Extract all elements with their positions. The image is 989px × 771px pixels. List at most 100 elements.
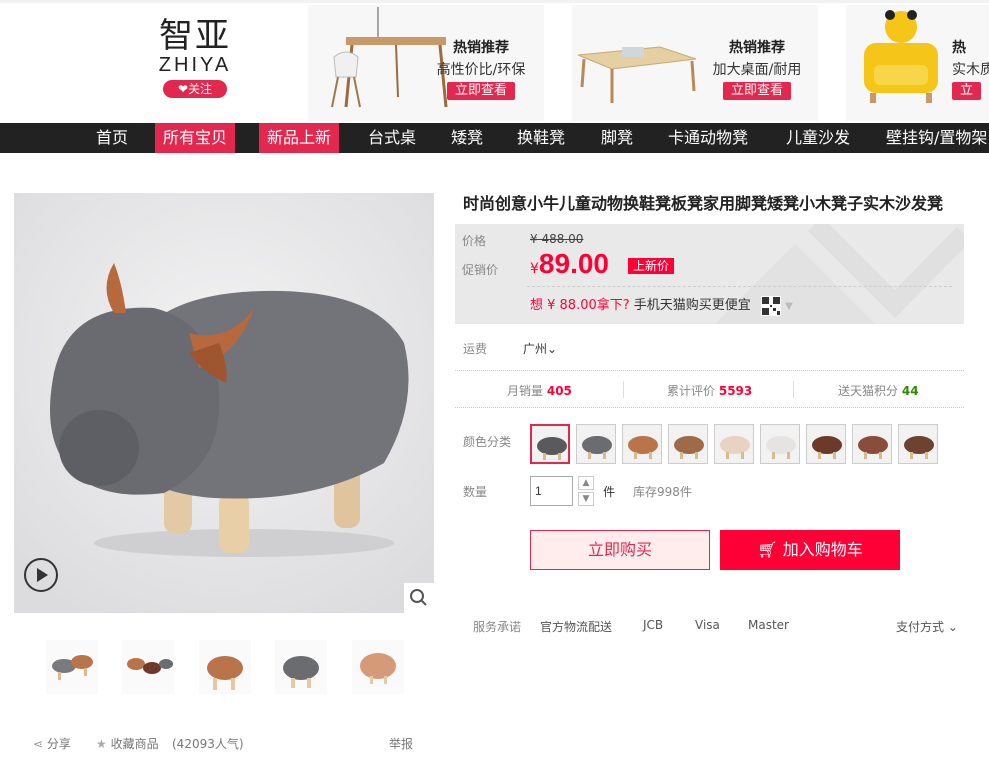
promo-banner-sofa[interactable]: 热 实木质 立 [846,5,989,121]
color-swatch-5[interactable] [714,424,754,464]
share-label: 分享 [46,737,71,751]
mobile-price-promo[interactable]: 想 ¥ 88.00拿下? 手机天猫购买更便宜 ▼ [530,294,793,316]
thumbnail-1[interactable] [46,640,98,694]
sales-stats: 月销量 405 累计评价 5593 送天猫积分 44 [455,370,964,408]
price-divider [527,286,952,287]
quantity-unit: 件 [603,485,616,499]
color-swatch-7[interactable] [806,424,846,464]
tmall-points: 送天猫积分 44 [838,382,919,399]
color-swatch-8[interactable] [852,424,892,464]
zoom-button[interactable] [404,583,434,613]
mobile-price-text: 手机天猫购买更便宜 [633,298,751,313]
shipping-location: 广州 [523,342,548,356]
nav-kids-sofa[interactable]: 儿童沙发 [778,123,858,153]
stat-divider [793,381,794,398]
new-price-tag: 上新价 [628,258,675,274]
bull-stool-illustration [14,193,434,613]
nav-low-stools[interactable]: 矮凳 [443,123,491,153]
play-video-button[interactable] [24,558,58,592]
payment-methods-toggle[interactable]: 支付方式 ⌄ [896,618,958,635]
promo-title: 热销推荐 [453,40,509,56]
play-icon [37,568,48,582]
promo-banner-table[interactable]: 热销推荐 加大桌面/耐用 立即查看 [572,5,818,121]
follow-button[interactable]: ❤关注 [163,80,227,98]
original-price: ¥ 488.00 [530,232,584,246]
monthly-sales: 月销量 405 [507,382,572,399]
cart-icon: 🛒︎ [757,540,778,559]
color-swatch-9[interactable] [898,424,938,464]
total-reviews-value: 5593 [718,384,753,398]
promo-view-button[interactable]: 立 [952,82,982,100]
brand-name-en: ZHIYA [158,54,232,76]
price-label: 价格 [462,234,487,248]
main-product-image[interactable] [14,193,434,613]
color-swatch-1[interactable] [530,424,570,464]
swatch-thumbnail [715,425,753,463]
thumbnail-5[interactable] [352,640,404,694]
total-reviews[interactable]: 累计评价 5593 [667,382,752,399]
buy-now-button[interactable]: 立即购买 [530,530,710,570]
follow-label: 关注 [188,82,213,96]
promo-price-value: 89.00 [538,248,609,279]
color-swatch-4[interactable] [668,424,708,464]
thumbnail-4[interactable] [275,640,327,694]
add-to-cart-button[interactable]: 🛒︎ 加入购物车 [720,530,900,570]
thumbnail-2[interactable] [122,640,174,694]
promo-view-button[interactable]: 立即查看 [722,82,791,100]
price-box: 价格 ¥ 488.00 促销价 ¥89.00 上新价 想 ¥ 88.00拿下? … [455,224,964,324]
nav-wall-hooks[interactable]: 壁挂钩/置物架 [878,123,989,153]
promo-subtitle: 实木质 [952,62,989,78]
heart-icon: ❤ [177,82,189,96]
brand-name-cn: 智亚 [159,16,231,56]
color-swatch-6[interactable] [760,424,800,464]
thumbnail-3[interactable] [199,640,251,694]
nav-all-items[interactable]: 所有宝贝 [155,123,236,153]
swatch-thumbnail [807,425,845,463]
swatch-thumbnail [899,425,937,463]
color-swatch-3[interactable] [622,424,662,464]
chevron-down-icon: ⌄ [547,342,558,356]
shipping-label: 运费 [463,342,488,356]
kids-sofa-image [864,10,938,103]
star-icon: ★ [96,737,107,751]
swatch-thumbnail [669,425,707,463]
brand-logo[interactable]: 智亚 ZHIYA ❤关注 [150,18,240,98]
add-to-cart-label: 加入购物车 [782,540,863,559]
service-official-delivery: 官方物流配送 [540,620,613,634]
chevron-up-icon: ▲ [582,478,590,488]
swatch-thumbnail [761,425,799,463]
quantity-input[interactable] [530,476,573,506]
monthly-sales-value: 405 [546,384,572,398]
promo-subtitle: 高性价比/环保 [436,62,526,78]
payment-visa: Visa [695,618,720,632]
quantity-decrease-button[interactable]: ▼ [578,492,594,506]
promo-subtitle: 加大桌面/耐用 [712,62,802,78]
promo-view-button[interactable]: 立即查看 [446,82,515,100]
service-label: 服务承诺 [473,620,522,634]
quantity-increase-button[interactable]: ▲ [578,476,594,490]
nav-new-arrivals[interactable]: 新品上新 [259,123,340,153]
color-swatch-2[interactable] [576,424,616,464]
currency-symbol: ¥ [530,261,539,277]
shop-nav-bar: 首页 所有宝贝 新品上新 台式桌 矮凳 换鞋凳 脚凳 卡通动物凳 儿童沙发 壁挂… [0,123,989,153]
promo-price-label: 促销价 [462,263,499,277]
nav-home[interactable]: 首页 [88,123,136,153]
stat-divider [623,381,624,398]
coffee-table-image [577,46,697,103]
report-link[interactable]: 举报 [389,735,413,752]
promo-banner-desk[interactable]: 热销推荐 高性价比/环保 立即查看 [308,5,544,121]
share-link[interactable]: ⋖ 分享 [33,735,71,752]
nav-shoe-stools[interactable]: 换鞋凳 [509,123,573,153]
tmall-points-value: 44 [901,384,919,398]
collect-link[interactable]: ★ 收藏商品 [96,735,159,752]
share-icon: ⋖ [33,737,44,751]
magnifier-icon [410,589,427,606]
quantity-label: 数量 [463,485,488,499]
total-reviews-label: 累计评价 [667,384,716,398]
nav-desks[interactable]: 台式桌 [360,123,424,153]
nav-animal-stools[interactable]: 卡通动物凳 [660,123,756,153]
nav-footstools[interactable]: 脚凳 [593,123,641,153]
shipping-location-select[interactable]: 广州⌄ [523,340,557,357]
payment-methods-label: 支付方式 [896,620,945,634]
collect-label: 收藏商品 [110,737,159,751]
